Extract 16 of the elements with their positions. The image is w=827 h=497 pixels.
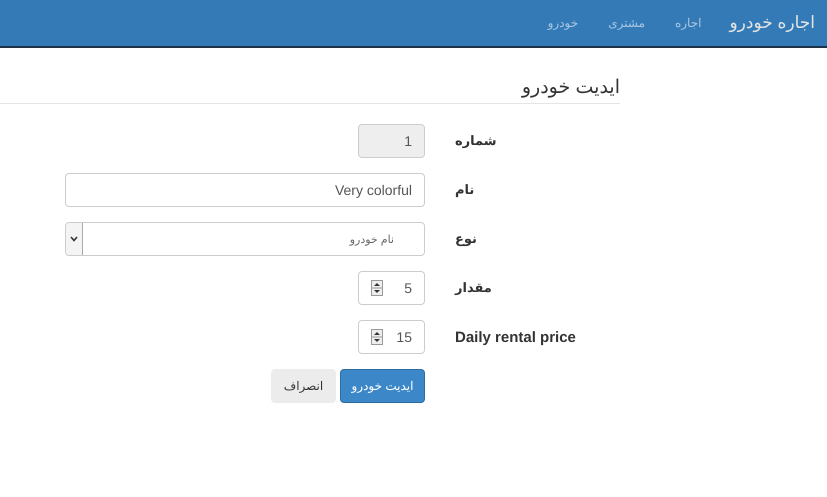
field-label: Daily rental price [455, 328, 576, 346]
cancel-button[interactable]: انصراف [271, 369, 336, 403]
field-label: نوع [455, 231, 477, 247]
number-field[interactable]: 5 [358, 271, 425, 305]
select-field[interactable]: نام خودرو [65, 222, 425, 256]
chevron-down-icon [70, 236, 78, 242]
field-label: نام [455, 182, 474, 198]
spinner-icon[interactable] [371, 280, 383, 296]
field-label: شماره [455, 133, 497, 149]
brand-link[interactable]: اجاره خودرو [729, 13, 815, 33]
update-button[interactable]: ایدیت خودرو [340, 369, 425, 403]
spinner-icon[interactable] [371, 329, 383, 345]
name-field[interactable]: Very colorful [65, 173, 425, 207]
number-field[interactable]: 15 [358, 320, 425, 354]
field-label: مقدار [455, 280, 492, 296]
page-title: ایدیت خودرو [0, 76, 620, 104]
